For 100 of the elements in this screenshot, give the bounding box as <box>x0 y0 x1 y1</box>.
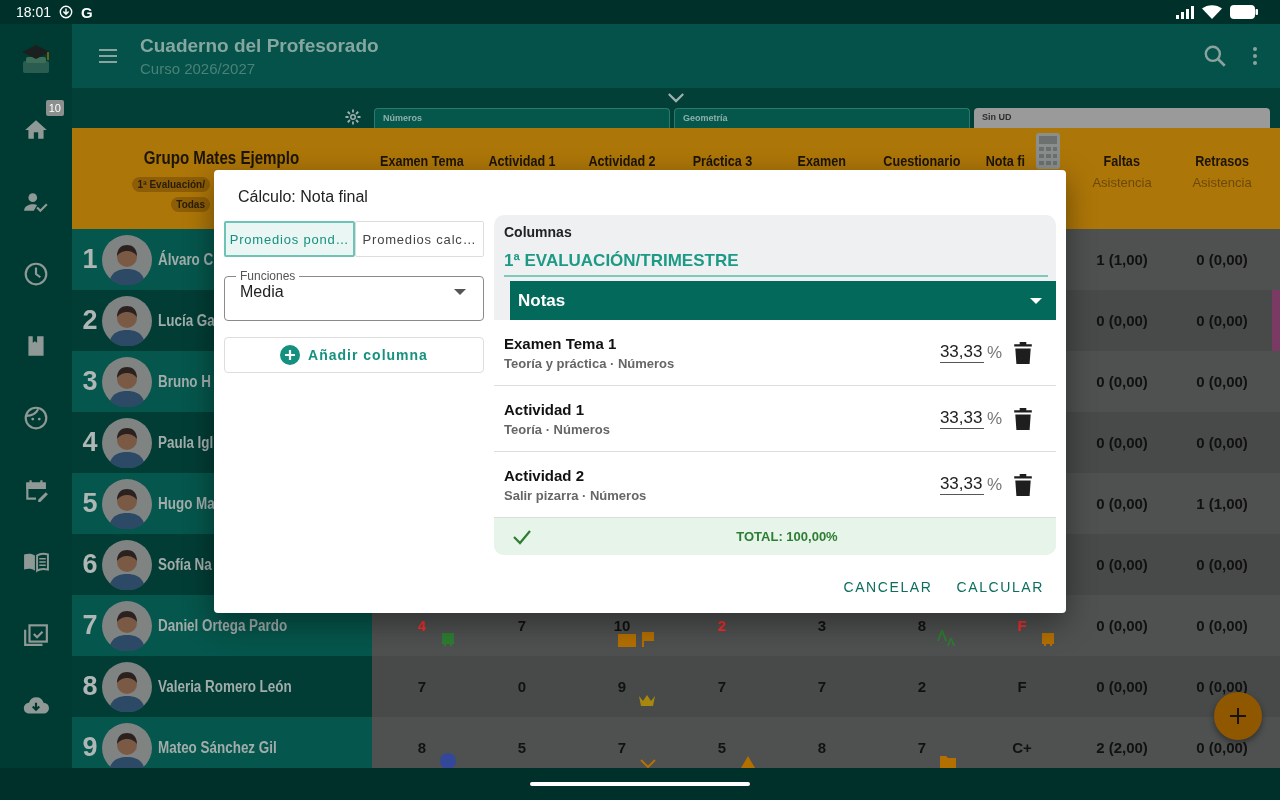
late-count[interactable]: 1 (1,00) <box>1196 495 1248 512</box>
avatar <box>102 478 152 529</box>
row-number: 2 <box>81 305 99 336</box>
absence-count[interactable]: 0 (0,00) <box>1096 556 1148 573</box>
clock-icon[interactable] <box>23 261 49 287</box>
late-count[interactable]: 0 (0,00) <box>1196 434 1248 451</box>
calendar-edit-icon[interactable] <box>23 477 49 503</box>
grade-value[interactable]: 7 <box>817 678 827 695</box>
late-count[interactable]: 0 (0,00) <box>1196 312 1248 329</box>
column-header[interactable]: Actividad 2 <box>588 152 656 169</box>
function-select[interactable]: Funciones Media <box>224 269 484 321</box>
filter-chip[interactable]: 1ª Evaluación/ <box>132 177 210 192</box>
delete-icon[interactable] <box>1014 407 1032 430</box>
absence-count[interactable]: 0 (0,00) <box>1096 434 1148 451</box>
grade-value[interactable]: 8 <box>917 617 927 634</box>
calculate-button[interactable]: CALCULAR <box>948 571 1052 603</box>
plus-icon <box>280 345 301 365</box>
grade-value[interactable]: 4 <box>417 617 427 634</box>
student-name[interactable]: Lucía Ga <box>158 311 215 330</box>
signal-icon <box>1176 5 1194 19</box>
column-header[interactable]: Práctica 3 <box>692 152 752 169</box>
late-count[interactable]: 0 (0,00) <box>1196 617 1248 634</box>
student-name[interactable]: Valeria Romero León <box>158 677 292 696</box>
student-name[interactable]: Bruno H <box>158 372 211 391</box>
grade-value[interactable]: 8 <box>417 739 427 756</box>
home-handle[interactable] <box>530 782 750 786</box>
add-column-button[interactable]: Añadir columna <box>224 337 484 373</box>
section-title: 1ª EVALUACIÓN/TRIMESTRE <box>504 251 1048 277</box>
late-count[interactable]: 0 (0,00) <box>1196 556 1248 573</box>
student-name[interactable]: Sofía Na <box>158 555 212 574</box>
row-number: 1 <box>81 244 99 275</box>
grade-value[interactable]: 5 <box>717 739 727 756</box>
smiley-icon[interactable] <box>23 405 49 431</box>
column-header[interactable]: Faltas <box>1103 152 1141 169</box>
column-header[interactable]: Actividad 1 <box>488 152 556 169</box>
calendar-check-icon[interactable] <box>23 621 49 647</box>
avatar <box>102 356 152 407</box>
column-name: Examen Tema 1 <box>504 334 618 352</box>
absence-count[interactable]: 0 (0,00) <box>1096 617 1148 634</box>
delete-icon[interactable] <box>1014 473 1032 496</box>
more-icon[interactable] <box>1252 46 1258 66</box>
grade-value[interactable]: 2 <box>917 678 927 695</box>
grade-value[interactable]: F <box>1017 617 1027 634</box>
unit-tab[interactable]: Geometría <box>674 108 970 128</box>
mode-tab[interactable]: Promedios calc… <box>355 221 484 257</box>
battery-icon <box>1230 5 1258 19</box>
wifi-icon <box>1202 5 1222 19</box>
filter-chip[interactable]: Todas <box>171 197 210 212</box>
caret-icon <box>1030 297 1042 304</box>
delete-icon[interactable] <box>1014 341 1032 364</box>
student-name[interactable]: Mateo Sánchez Gil <box>158 738 277 757</box>
grade-value[interactable]: 7 <box>617 739 627 756</box>
grade-value[interactable]: 8 <box>817 739 827 756</box>
late-count[interactable]: 0 (0,00) <box>1196 251 1248 268</box>
grade-value[interactable]: 10 <box>613 617 631 634</box>
grade-value[interactable]: C+ <box>1012 739 1032 756</box>
absence-count[interactable]: 1 (1,00) <box>1096 251 1148 268</box>
row-number: 4 <box>81 427 99 458</box>
chevron-down-icon[interactable] <box>667 91 685 103</box>
weight-field[interactable]: 33,33 <box>939 408 984 429</box>
student-name[interactable]: Daniel Ortega Pardo <box>158 616 288 635</box>
grade-value[interactable]: 9 <box>617 678 627 695</box>
column-header[interactable]: Nota fi <box>985 152 1025 169</box>
grade-value[interactable]: 7 <box>717 678 727 695</box>
student-name[interactable]: Paula Igl <box>158 433 214 452</box>
grade-value[interactable]: 3 <box>817 617 827 634</box>
grade-value[interactable]: 7 <box>917 739 927 756</box>
absence-count[interactable]: 0 (0,00) <box>1096 312 1148 329</box>
late-count[interactable]: 0 (0,00) <box>1196 373 1248 390</box>
unit-tab[interactable]: Números <box>374 108 670 128</box>
column-header[interactable]: Examen <box>797 152 847 169</box>
search-icon[interactable] <box>1202 43 1228 69</box>
weight-field[interactable]: 33,33 <box>939 474 984 495</box>
weight-field[interactable]: 33,33 <box>939 342 984 363</box>
settings-icon[interactable] <box>344 108 362 126</box>
student-name[interactable]: Hugo Ma <box>158 494 215 513</box>
late-count[interactable]: 0 (0,00) <box>1196 678 1248 695</box>
panel-label: Columnas <box>504 224 573 240</box>
download-icon <box>59 5 74 19</box>
grade-value[interactable]: 7 <box>417 678 427 695</box>
absence-count[interactable]: 0 (0,00) <box>1096 678 1148 695</box>
late-count[interactable]: 0 (0,00) <box>1196 739 1248 756</box>
avatar <box>102 600 152 651</box>
absence-count[interactable]: 0 (0,00) <box>1096 373 1148 390</box>
avatar <box>102 417 152 468</box>
absence-count[interactable]: 0 (0,00) <box>1096 495 1148 512</box>
grade-value[interactable]: 7 <box>517 617 527 634</box>
checkmark-icon <box>512 528 532 545</box>
column-header[interactable]: Retrasos <box>1195 152 1249 169</box>
grade-value[interactable]: 5 <box>517 739 527 756</box>
grade-value[interactable]: F <box>1017 678 1027 695</box>
grade-value[interactable]: 0 <box>517 678 527 695</box>
grade-value[interactable]: 2 <box>717 617 727 634</box>
absence-count[interactable]: 2 (2,00) <box>1096 739 1148 756</box>
cancel-button[interactable]: CANCELAR <box>835 571 941 603</box>
column-header[interactable]: Examen Tema <box>380 152 464 169</box>
group-dropdown[interactable]: Notas <box>510 281 1056 320</box>
mode-tab[interactable]: Promedios pond… <box>224 221 355 257</box>
student-name[interactable]: Álvaro C <box>158 250 214 269</box>
column-header[interactable]: Cuestionario <box>883 152 961 169</box>
